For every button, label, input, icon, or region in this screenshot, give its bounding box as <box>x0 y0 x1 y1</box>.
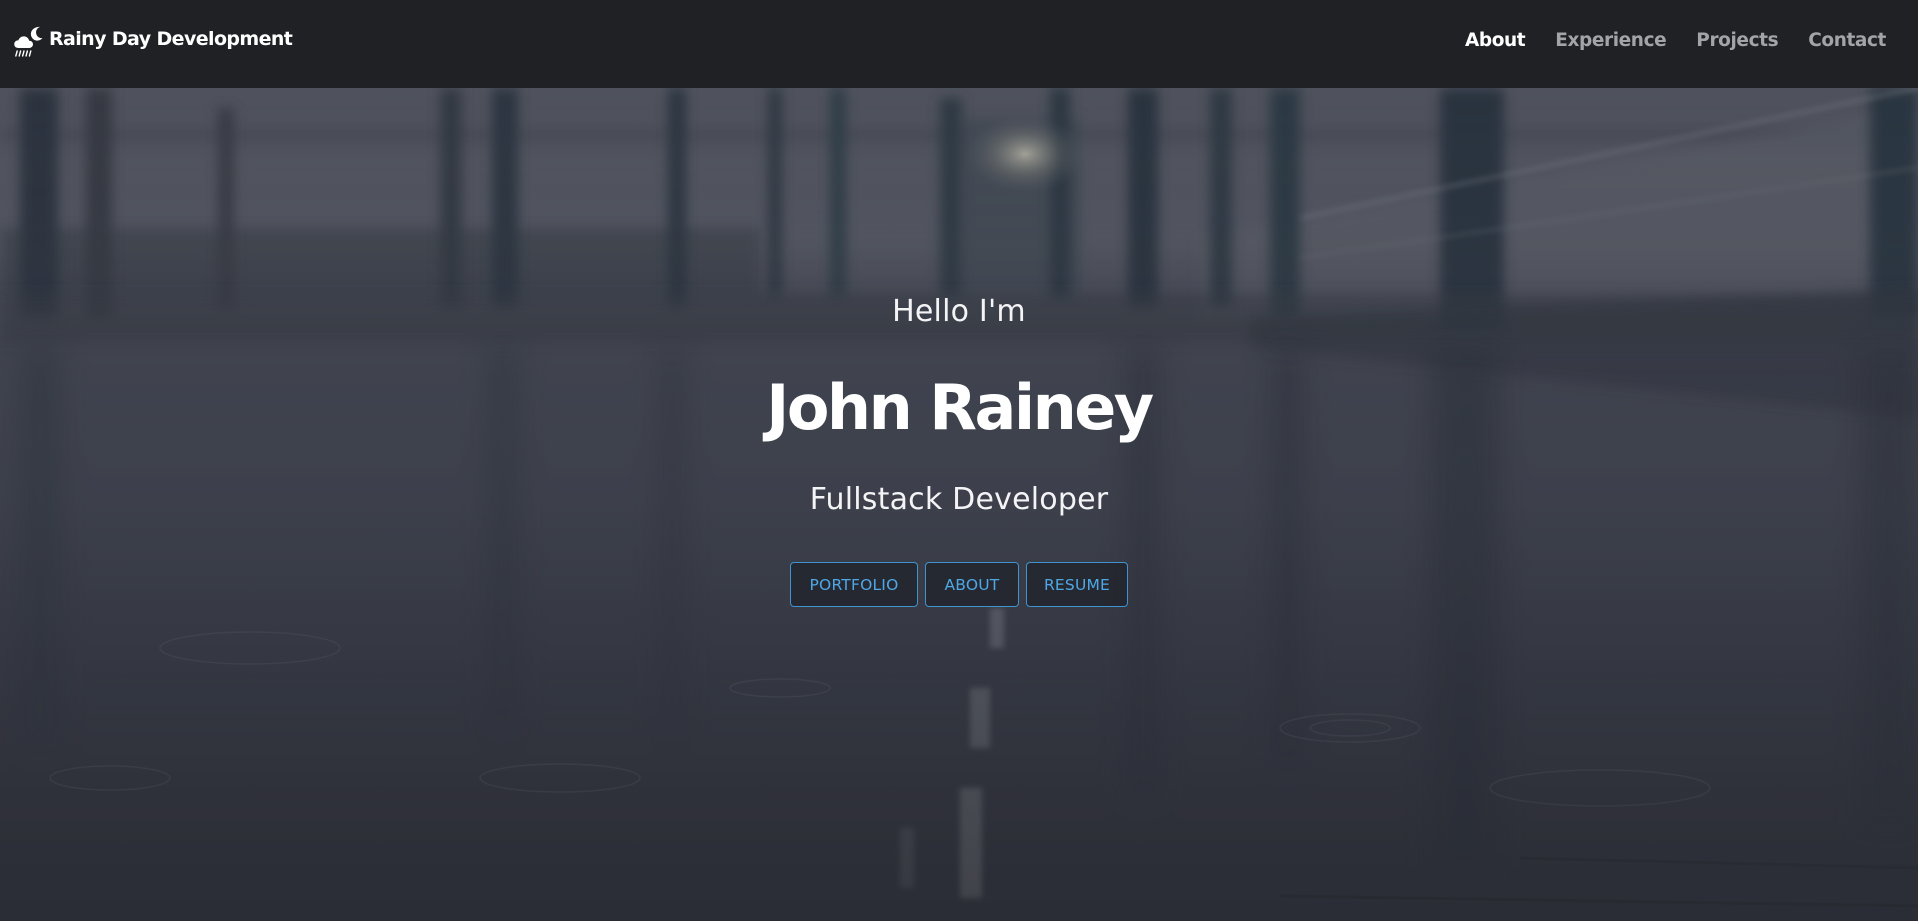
page: Rainy Day Development About Experience P… <box>0 0 1918 921</box>
brand-link[interactable]: Rainy Day Development <box>12 26 293 60</box>
brand-title: Rainy Day Development <box>49 28 293 50</box>
nav-link-contact[interactable]: Contact <box>1808 30 1886 51</box>
nav-link-experience[interactable]: Experience <box>1555 30 1666 51</box>
about-button[interactable]: ABOUT <box>925 562 1019 607</box>
hero-button-row: PORTFOLIO ABOUT RESUME <box>0 562 1918 607</box>
nav-link-projects[interactable]: Projects <box>1696 30 1778 51</box>
hero-role: Fullstack Developer <box>809 482 1109 517</box>
hero-name: John Rainey <box>766 371 1154 444</box>
hero-content: Hello I'm John Rainey Fullstack Develope… <box>0 88 1918 921</box>
cloud-moon-rain-icon <box>14 26 43 57</box>
resume-button[interactable]: RESUME <box>1026 562 1128 607</box>
portfolio-button[interactable]: PORTFOLIO <box>790 562 918 607</box>
nav-links: About Experience Projects Contact <box>1435 30 1886 51</box>
navbar: Rainy Day Development About Experience P… <box>0 0 1918 88</box>
hero-section: Hello I'm John Rainey Fullstack Develope… <box>0 88 1918 921</box>
hero-greeting: Hello I'm <box>892 294 1026 329</box>
nav-link-about[interactable]: About <box>1465 30 1526 51</box>
